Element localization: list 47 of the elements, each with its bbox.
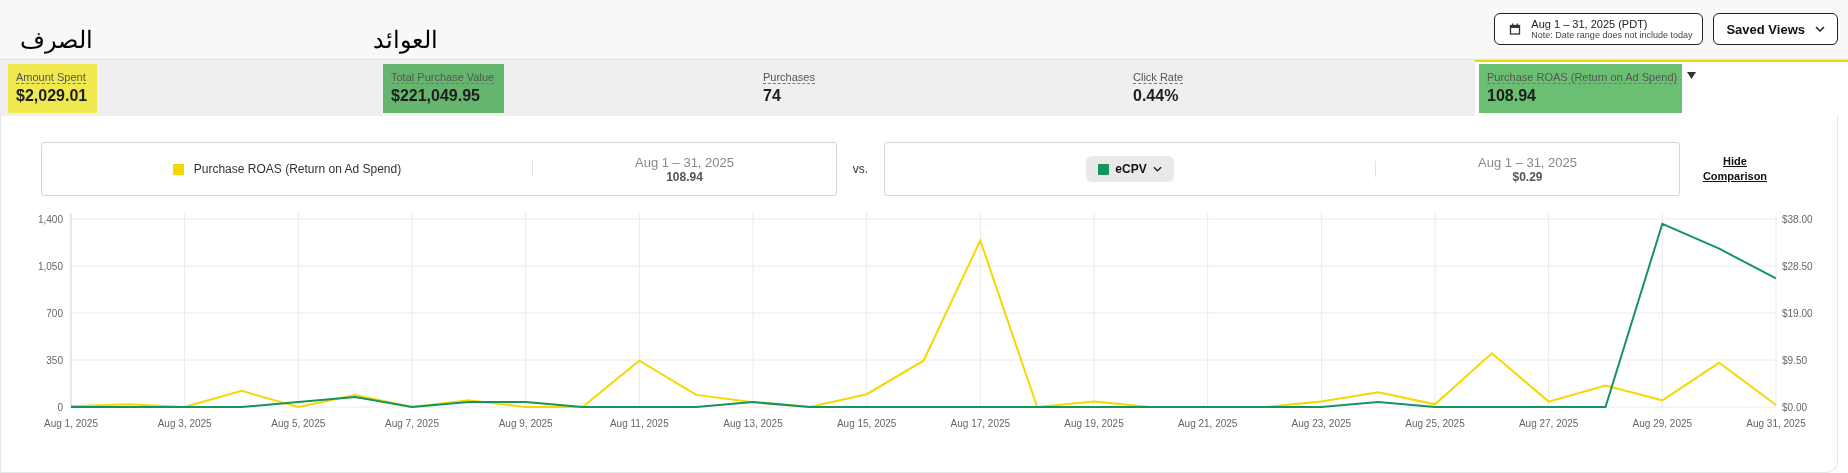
axis-label: Aug 5, 2025: [271, 418, 326, 429]
axis-label: $9.50: [1782, 355, 1808, 366]
metric-tab[interactable]: Purchases 74: [755, 64, 825, 113]
axis-label: 0: [57, 402, 63, 413]
metric-tab[interactable]: Amount Spent $2,029.01: [8, 64, 98, 113]
saved-views-button[interactable]: Saved Views: [1713, 13, 1838, 45]
metric-tab[interactable]: Purchase ROAS (Return on Ad Spend) 108.94: [1479, 64, 1683, 113]
chevron-down-icon: [1152, 166, 1162, 172]
axis-label: 700: [46, 308, 63, 319]
axis-label: $0.00: [1782, 402, 1808, 413]
axis-label: Aug 15, 2025: [836, 418, 897, 429]
axis-label: 1,050: [37, 261, 63, 272]
axis-label: Aug 31, 2025: [1746, 418, 1806, 429]
axis-label: Aug 3, 2025: [157, 418, 212, 429]
axis-label: Aug 19, 2025: [1064, 418, 1124, 429]
hide-comparison-link[interactable]: Hide Comparison: [1690, 154, 1780, 184]
axis-label: 350: [46, 355, 63, 366]
axis-label: Aug 21, 2025: [1177, 418, 1238, 429]
annotation-label: العوائد: [373, 25, 438, 55]
axis-label: Aug 7, 2025: [385, 418, 439, 429]
axis-label: Aug 11, 2025: [609, 418, 669, 429]
date-label: Aug 1 – 31, 2025: [635, 154, 734, 170]
legend-label: Purchase ROAS (Return on Ad Spend): [193, 162, 402, 176]
metric-value: $0.29: [1512, 169, 1543, 184]
axis-label: $38.00: [1782, 214, 1813, 225]
vs-label: vs.: [851, 162, 870, 176]
annotation-label: الصرف: [20, 25, 93, 55]
date-label: Aug 1 – 31, 2025: [1478, 154, 1577, 170]
metric-tab[interactable]: Total Purchase Value $221,049.95: [383, 64, 505, 113]
date-range-button[interactable]: Aug 1 – 31, 2025 (PDT) Note: Date range does not include today: [1494, 13, 1704, 45]
metric-tab[interactable]: Click Rate 0.44%: [1125, 64, 1194, 113]
axis-label: 1,400: [37, 214, 63, 225]
axis-label: Aug 17, 2025: [950, 418, 1011, 429]
metric-dropdown[interactable]: eCPV: [1086, 156, 1174, 182]
axis-label: $28.50: [1782, 261, 1813, 272]
axis-label: Aug 29, 2025: [1632, 418, 1693, 429]
axis-label: Aug 23, 2025: [1291, 418, 1352, 429]
calendar-icon: [1509, 23, 1522, 35]
axis-label: Aug 1, 2025: [44, 418, 98, 429]
chevron-down-icon: [1815, 26, 1825, 32]
dropdown-triangle-icon[interactable]: [1687, 72, 1697, 79]
axis-label: Aug 13, 2025: [723, 418, 783, 429]
axis-label: Aug 25, 2025: [1405, 418, 1465, 429]
axis-label: Aug 9, 2025: [498, 418, 553, 429]
axis-label: $19.00: [1782, 308, 1813, 319]
axis-label: Aug 27, 2025: [1518, 418, 1579, 429]
metric-value: 108.94: [666, 169, 703, 184]
